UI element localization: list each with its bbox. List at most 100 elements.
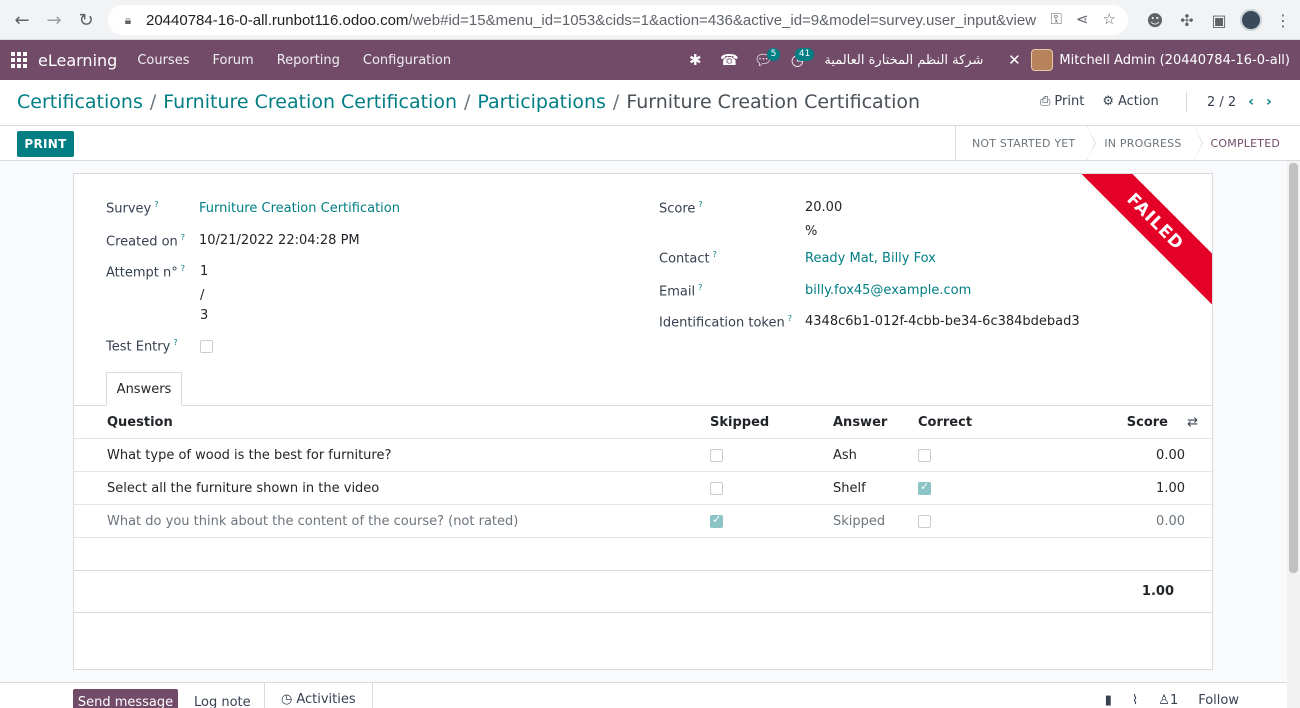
- send-message-button[interactable]: Send message: [73, 689, 178, 708]
- activities-icon[interactable]: ◷41: [780, 40, 815, 80]
- back-icon[interactable]: ←: [6, 4, 38, 36]
- activities-button[interactable]: ◷ Activities: [264, 683, 373, 708]
- user-icon: ♙: [1158, 693, 1170, 708]
- print-dropdown[interactable]: ⎙ Print: [1040, 94, 1084, 109]
- score-unit: %: [805, 224, 818, 239]
- followers-button[interactable]: ♙1: [1158, 693, 1178, 708]
- status-bar: NOT STARTED YET IN PROGRESS COMPLETED: [955, 126, 1296, 161]
- user-avatar[interactable]: [1031, 49, 1054, 71]
- extension-monkey-icon[interactable]: ☻: [1144, 4, 1166, 36]
- paperclip-icon[interactable]: ⌇: [1132, 693, 1138, 708]
- main-navbar: eLearning Courses Forum Reporting Config…: [0, 40, 1300, 80]
- notebook-icon[interactable]: ▮: [1105, 693, 1112, 708]
- table-row[interactable]: Select all the furniture shown in the vi…: [74, 472, 1212, 505]
- correct-checkbox: [918, 449, 931, 462]
- menu-forum[interactable]: Forum: [212, 53, 253, 68]
- table-row[interactable]: What do you think about the content of t…: [74, 505, 1212, 538]
- tab-answers[interactable]: Answers: [106, 372, 182, 406]
- skipped-checkbox: [710, 449, 723, 462]
- print-button[interactable]: PRINT: [17, 131, 74, 157]
- clock-icon: ◷: [281, 691, 293, 707]
- profile-avatar[interactable]: [1240, 9, 1262, 31]
- breadcrumb-current: Furniture Creation Certification: [626, 91, 921, 113]
- star-icon[interactable]: ☆: [1103, 10, 1116, 28]
- messages-icon[interactable]: 💬︎ 5: [746, 40, 781, 80]
- control-panel: Certifications / Furniture Creation Cert…: [0, 80, 1300, 161]
- tools-icon[interactable]: ✕: [997, 40, 1031, 80]
- contact-value[interactable]: Ready Mat, Billy Fox: [805, 251, 936, 266]
- log-note-button[interactable]: Log note: [178, 689, 267, 708]
- col-question[interactable]: Question: [107, 415, 173, 430]
- stage-completed[interactable]: COMPLETED: [1193, 126, 1296, 161]
- pager-next-icon[interactable]: ›: [1266, 94, 1272, 110]
- attempt-separator: /: [200, 288, 205, 303]
- pager-value[interactable]: 2 / 2: [1207, 95, 1236, 110]
- gear-icon: ⚙: [1102, 94, 1114, 109]
- col-answer[interactable]: Answer: [833, 415, 887, 430]
- pager-prev-icon[interactable]: ‹: [1248, 94, 1254, 110]
- created-label: Created on?: [106, 233, 186, 250]
- address-bar[interactable]: 🔒︎ 20440784-16-0-all.runbot116.odoo.com/…: [108, 5, 1128, 35]
- breadcrumb-survey[interactable]: Furniture Creation Certification: [163, 91, 457, 113]
- table-footer-total: 1.00: [74, 570, 1212, 613]
- correct-checkbox: [918, 480, 931, 495]
- survey-value[interactable]: Furniture Creation Certification: [199, 201, 400, 216]
- printer-icon: ⎙: [1040, 94, 1051, 109]
- chatter: Send message Log note ◷ Activities ▮ ⌇ ♙1…: [0, 682, 1287, 708]
- attempt-number: 1: [200, 264, 209, 279]
- attempt-label: Attempt n°?: [106, 264, 185, 281]
- correct-checkbox: [918, 515, 931, 528]
- score-value: 20.00: [805, 200, 843, 215]
- lock-icon: 🔒︎: [124, 12, 132, 27]
- activities-badge: 41: [794, 48, 815, 61]
- breadcrumb-participations[interactable]: Participations: [477, 91, 606, 113]
- failed-ribbon: FAILED: [1060, 174, 1212, 317]
- bug-icon[interactable]: ✱: [678, 40, 712, 80]
- menu-courses[interactable]: Courses: [137, 53, 189, 68]
- puzzle-icon[interactable]: ✣: [1176, 4, 1198, 36]
- url-text: 20440784-16-0-all.runbot116.odoo.com/web…: [146, 11, 1036, 29]
- stage-in-progress[interactable]: IN PROGRESS: [1087, 126, 1203, 161]
- created-value: 10/21/2022 22:04:28 PM: [199, 233, 360, 248]
- forward-icon[interactable]: →: [38, 4, 70, 36]
- messages-badge: 5: [766, 48, 781, 61]
- test-entry-checkbox[interactable]: [200, 340, 213, 353]
- breadcrumb-certifications[interactable]: Certifications: [17, 91, 143, 113]
- survey-label: Survey?: [106, 200, 159, 217]
- column-options-icon[interactable]: ⇄: [1187, 415, 1198, 430]
- menu-reporting[interactable]: Reporting: [277, 53, 340, 68]
- total-score: 1.00: [1141, 584, 1174, 599]
- table-row-empty: [74, 538, 1212, 571]
- col-score[interactable]: Score: [1127, 415, 1168, 430]
- kebab-menu-icon[interactable]: ⋮: [1272, 4, 1294, 36]
- email-value[interactable]: billy.fox45@example.com: [805, 283, 971, 298]
- test-entry-label: Test Entry?: [106, 338, 178, 355]
- phone-icon[interactable]: ☎: [712, 40, 746, 80]
- sidepanel-icon[interactable]: ▣: [1208, 4, 1230, 36]
- pager: 2 / 2 ‹ ›: [1186, 92, 1272, 112]
- action-dropdown[interactable]: ⚙ Action: [1102, 94, 1158, 109]
- score-label: Score?: [659, 200, 703, 217]
- company-switcher[interactable]: شركة النظم المختارة العالمية: [824, 53, 983, 68]
- col-correct[interactable]: Correct: [918, 415, 972, 430]
- menu-configuration[interactable]: Configuration: [363, 53, 451, 68]
- table-row[interactable]: What type of wood is the best for furnit…: [74, 439, 1212, 472]
- contact-label: Contact?: [659, 250, 717, 267]
- apps-menu-icon[interactable]: [0, 40, 38, 80]
- page-scrollbar[interactable]: [1287, 161, 1300, 708]
- key-icon[interactable]: ⚿: [1051, 10, 1062, 28]
- follow-button[interactable]: Follow: [1198, 693, 1239, 708]
- user-menu[interactable]: Mitchell Admin (20440784-16-0-all): [1059, 53, 1290, 68]
- form-sheet: FAILED Survey? Furniture Creation Certif…: [73, 173, 1213, 670]
- browser-toolbar: ← → ↻ 🔒︎ 20440784-16-0-all.runbot116.odo…: [0, 0, 1300, 40]
- notebook-tabs: Answers: [74, 372, 1212, 406]
- email-label: Email?: [659, 283, 703, 300]
- skipped-checkbox: [710, 482, 723, 495]
- attempt-limit: 3: [200, 308, 209, 323]
- col-skipped[interactable]: Skipped: [710, 415, 769, 430]
- reload-icon[interactable]: ↻: [70, 4, 102, 36]
- breadcrumb: Certifications / Furniture Creation Cert…: [17, 91, 921, 113]
- app-brand[interactable]: eLearning: [38, 51, 117, 70]
- stage-not-started[interactable]: NOT STARTED YET: [955, 126, 1097, 161]
- share-icon[interactable]: ⋖: [1076, 10, 1089, 28]
